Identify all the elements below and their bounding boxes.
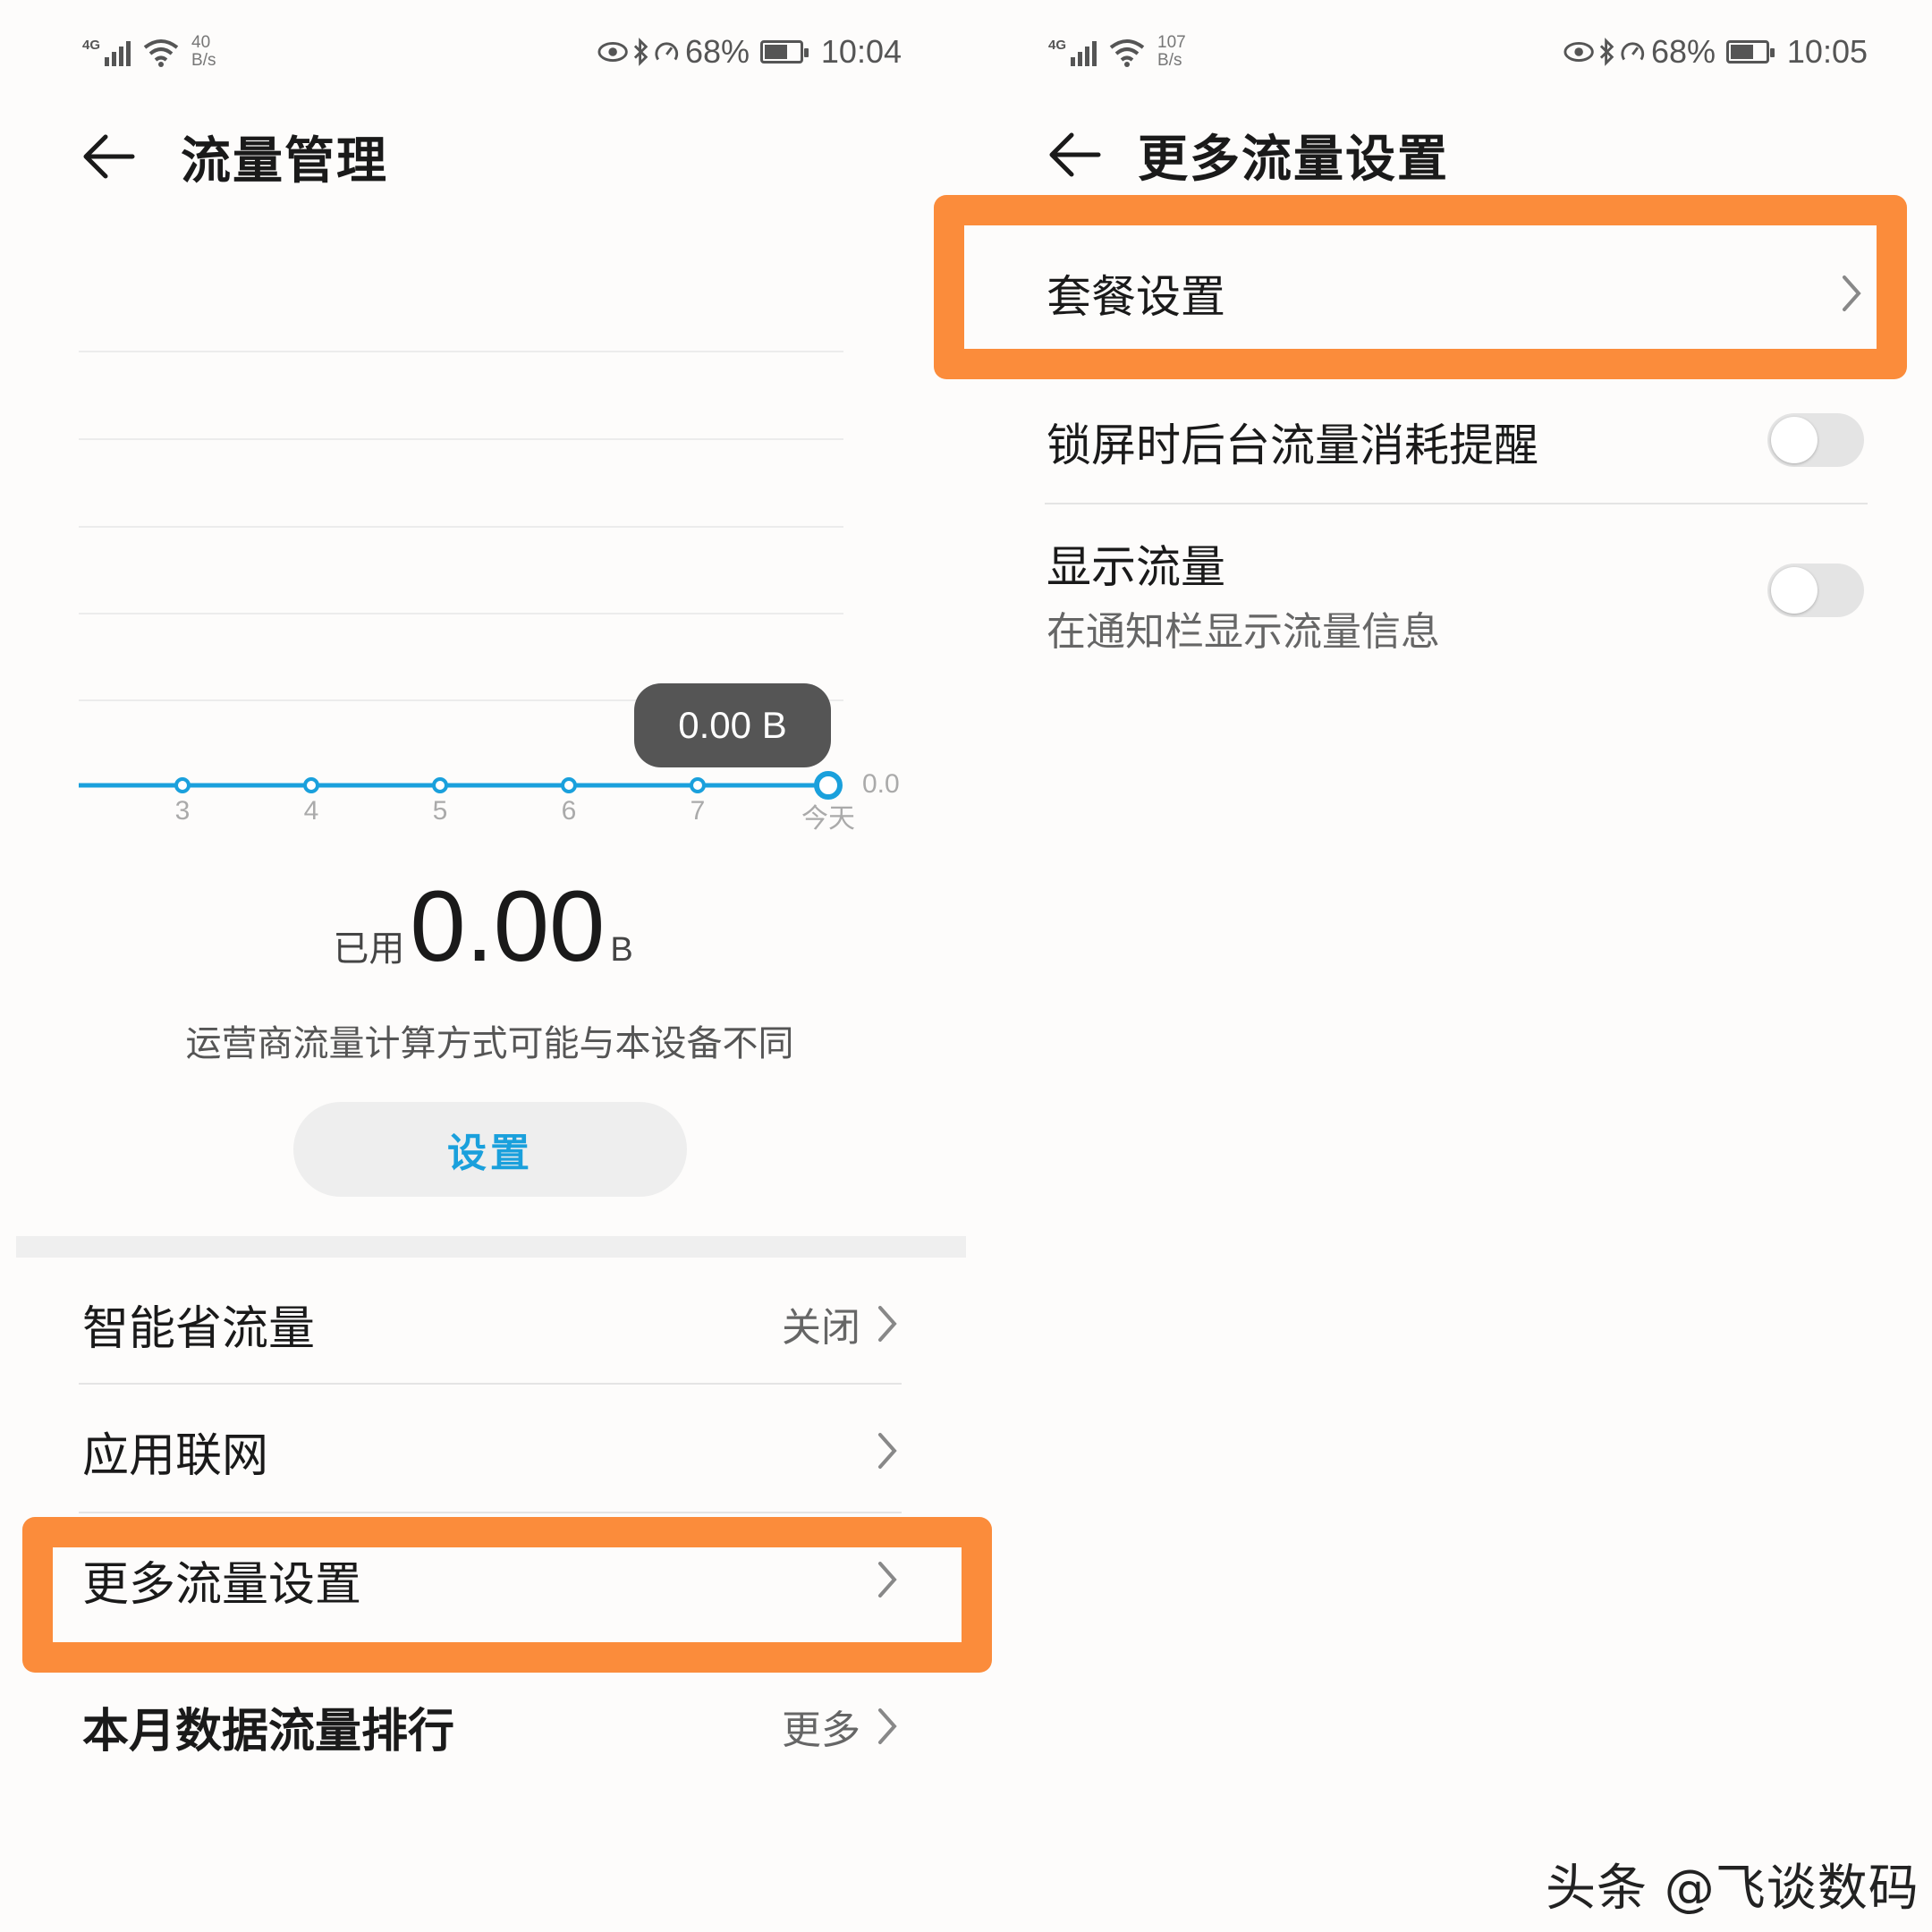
page-title: 更多流量设置	[1138, 130, 1449, 189]
setting-lockscreen-data-alert[interactable]: 锁屏时后台流量消耗提醒	[1046, 397, 1862, 487]
network-speed: 40 B/s	[191, 33, 216, 70]
x-tick-label: 3	[174, 796, 191, 826]
divider	[79, 1512, 902, 1513]
data-point	[561, 777, 577, 793]
page-title: 流量管理	[181, 131, 388, 191]
data-point[interactable]	[814, 771, 843, 800]
menu-item-label: 智能省流量	[82, 1301, 316, 1356]
x-tick-label: 6	[561, 796, 577, 826]
chart-tooltip: 0.00 B	[634, 683, 831, 767]
clock: 10:05	[1786, 33, 1868, 70]
wifi-icon	[1109, 39, 1145, 67]
eye-icon	[1563, 42, 1594, 62]
data-point	[303, 777, 319, 793]
network-speed: 107 B/s	[1157, 33, 1186, 70]
x-tick-label: 7	[690, 796, 706, 826]
chevron-right-icon	[878, 1433, 897, 1469]
highlight-box-more-data-settings	[22, 1517, 992, 1673]
setting-sublabel: 在通知栏显示流量信息	[1046, 609, 1440, 655]
usage-unit: B	[610, 931, 633, 969]
left-title-bar: 流量管理	[80, 116, 388, 197]
right-status-right: 68% 10:05	[1563, 25, 1868, 79]
setting-label: 显示流量	[1046, 541, 1225, 593]
clock: 10:04	[820, 33, 902, 70]
menu-item-value: 关闭	[782, 1305, 860, 1351]
carrier-note: 运营商流量计算方式可能与本设备不同	[185, 1023, 794, 1064]
chart-gridline	[79, 438, 843, 440]
highlight-box-plan-settings	[934, 195, 1907, 379]
divider	[1045, 503, 1868, 504]
bluetooth-icon	[1600, 38, 1614, 66]
wifi-icon	[143, 39, 179, 67]
setting-show-data[interactable]: 显示流量 在通知栏显示流量信息	[1046, 531, 1862, 657]
battery-icon	[1726, 40, 1775, 64]
chart-gridline	[79, 526, 843, 528]
menu-item-smart-saver[interactable]: 智能省流量 关闭	[82, 1279, 898, 1368]
data-point	[690, 777, 706, 793]
speed-gauge-icon	[1621, 42, 1645, 61]
section-separator	[16, 1236, 966, 1258]
x-tick-label: 5	[432, 796, 448, 826]
data-point	[174, 777, 191, 793]
chart-gridline	[79, 351, 843, 352]
chart-gridline	[79, 613, 843, 614]
speed-gauge-icon	[655, 42, 679, 61]
battery-percent: 68%	[684, 33, 750, 70]
battery-icon	[760, 40, 809, 64]
back-arrow-icon[interactable]	[1046, 126, 1104, 183]
x-tick-label: 今天	[801, 804, 855, 834]
usage-value: 0.00	[410, 870, 606, 982]
back-arrow-icon[interactable]	[80, 128, 138, 185]
lockscreen-alert-toggle[interactable]	[1767, 413, 1864, 467]
cellular-signal-icon: 4G	[1048, 38, 1097, 66]
divider	[79, 1383, 902, 1385]
chevron-right-icon	[878, 1306, 897, 1342]
menu-item-app-networking[interactable]: 应用联网	[82, 1406, 898, 1496]
watermark: 头条 @飞谈数码	[1546, 1860, 1919, 1918]
chevron-right-icon	[878, 1708, 897, 1744]
menu-item-label: 应用联网	[82, 1428, 269, 1483]
x-tick-label: 4	[303, 796, 319, 826]
right-title-bar: 更多流量设置	[1046, 114, 1449, 195]
menu-item-value: 更多	[782, 1707, 860, 1753]
cellular-signal-icon: 4G	[82, 38, 131, 66]
eye-icon	[597, 42, 628, 62]
usage-summary: 已用 0.00 B	[0, 877, 966, 977]
left-status-right: 68% 10:04	[597, 25, 902, 79]
usage-prefix: 已用	[333, 928, 405, 970]
settings-button[interactable]: 设置	[293, 1102, 687, 1197]
show-data-toggle[interactable]	[1767, 564, 1864, 617]
bluetooth-icon	[634, 38, 648, 66]
data-point	[432, 777, 448, 793]
left-status-bar: 4G 40 B/s	[82, 25, 216, 79]
battery-percent: 68%	[1650, 33, 1716, 70]
menu-item-label: 本月数据流量排行	[82, 1704, 455, 1758]
setting-label: 锁屏时后台流量消耗提醒	[1046, 419, 1538, 471]
right-status-bar: 4G 107 B/s	[1048, 25, 1186, 79]
menu-item-monthly-ranking[interactable]: 本月数据流量排行 更多	[82, 1682, 898, 1771]
y-axis-label: 0.0	[862, 769, 900, 799]
